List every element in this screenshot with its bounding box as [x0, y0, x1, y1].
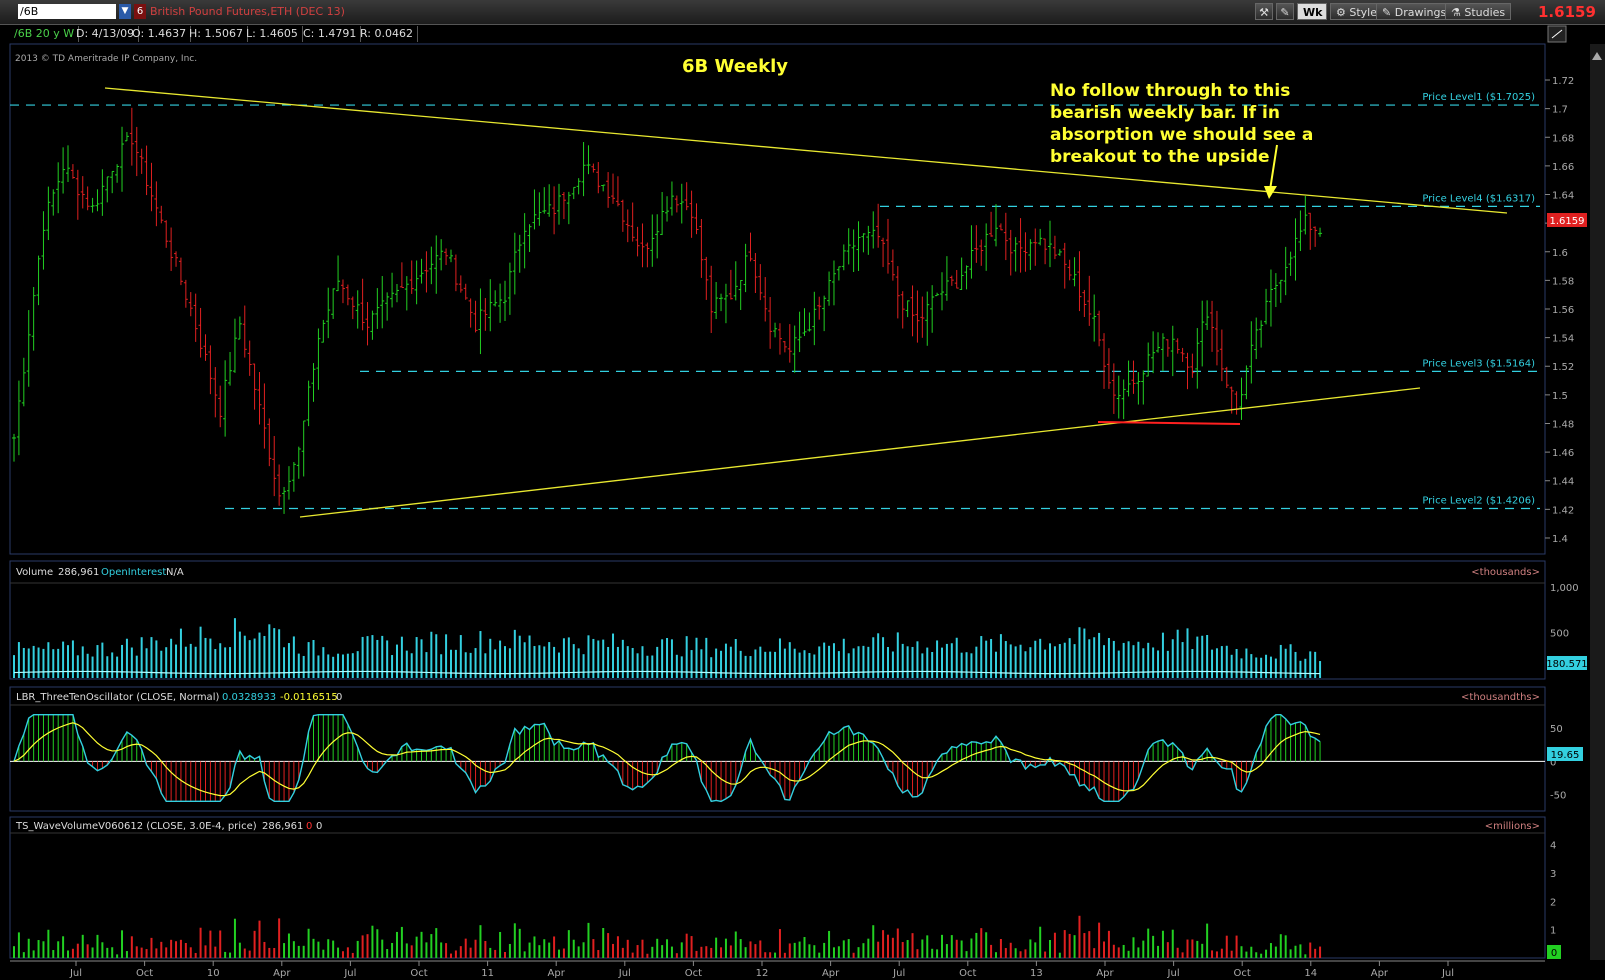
wavevolume-panel	[9, 816, 1546, 959]
wavevolume-readout-2: 0	[306, 821, 312, 832]
price-tick-label: 1.56	[1552, 305, 1574, 316]
price-tick-label: 1.52	[1552, 362, 1574, 373]
price-level-label: Price Level3 ($1.5164)	[1422, 358, 1535, 369]
time-tick-label: Jul	[343, 968, 356, 979]
oscillator-label[interactable]: LBR_ThreeTenOscillator (CLOSE, Normal)	[16, 692, 219, 703]
volume-unit: <thousands>	[1471, 567, 1540, 578]
time-tick-label: Oct	[1234, 968, 1251, 979]
price-level-label: Price Level1 ($1.7025)	[1422, 92, 1535, 103]
price-tick-label: 1.5	[1552, 391, 1568, 402]
time-tick-label: Apr	[1371, 968, 1389, 979]
wavevolume-tick-label: 2	[1550, 897, 1556, 908]
wavevolume-tick-label: 3	[1550, 869, 1556, 880]
oscillator-unit: <thousandths>	[1461, 692, 1540, 703]
price-tick-label: 1.68	[1552, 133, 1574, 144]
price-tick-label: 1.72	[1552, 76, 1574, 87]
volume-tick-label: 500	[1550, 629, 1569, 640]
oscillator-tick-label: 50	[1550, 724, 1563, 735]
price-tick-label: 1.44	[1552, 477, 1574, 488]
price-tick-label: 1.7	[1552, 105, 1568, 116]
price-tick-label: 1.54	[1552, 334, 1574, 345]
vertical-scrollbar[interactable]	[1590, 44, 1605, 960]
oscillator-readout-2: -0.0116515	[280, 692, 338, 703]
chart-title: 6B Weekly	[682, 56, 788, 77]
price-tick-label: 1.66	[1552, 162, 1574, 173]
open-interest-label[interactable]: OpenInterest	[101, 567, 166, 578]
last-price-tag-text: 1.6159	[1550, 216, 1585, 227]
time-tick-label: Apr	[822, 968, 840, 979]
oscillator-readout-3: 0	[336, 692, 342, 703]
time-tick-label: 13	[1030, 968, 1043, 979]
time-tick-label: Apr	[548, 968, 566, 979]
price-tick-label: 1.64	[1552, 191, 1574, 202]
time-tick-label: Oct	[959, 968, 976, 979]
volume-last-tag-text: 180.571	[1546, 659, 1587, 670]
annotation-line-3: absorption we should see a	[1050, 125, 1313, 145]
time-tick-label: Jul	[1441, 968, 1454, 979]
volume-label[interactable]: Volume	[16, 567, 53, 578]
time-tick-label: Jul	[69, 968, 82, 979]
volume-readout: 286,961	[58, 567, 99, 578]
chart-canvas: 1.721.71.681.661.641.621.61.581.561.541.…	[9, 25, 1605, 979]
open-interest-readout: N/A	[166, 567, 184, 578]
time-tick-label: 11	[481, 968, 494, 979]
time-tick-label: 12	[756, 968, 769, 979]
volume-tick-label: 1,000	[1550, 583, 1579, 594]
wavevolume-unit: <millions>	[1485, 821, 1540, 832]
price-tick-label: 1.48	[1552, 419, 1574, 430]
time-tick-label: 14	[1304, 968, 1317, 979]
time-tick-label: Oct	[136, 968, 153, 979]
oscillator-tick-label: -50	[1550, 791, 1566, 802]
time-tick-label: Oct	[410, 968, 427, 979]
time-tick-label: Apr	[1096, 968, 1114, 979]
time-tick-label: Jul	[1167, 968, 1180, 979]
price-level-label: Price Level2 ($1.4206)	[1422, 496, 1535, 507]
annotation-line-2: bearish weekly bar. If in	[1050, 103, 1280, 123]
price-tick-label: 1.6	[1552, 248, 1568, 259]
annotation-line-1: No follow through to this	[1050, 81, 1290, 101]
time-tick-label: Oct	[685, 968, 702, 979]
time-tick-label: Apr	[273, 968, 291, 979]
wavevolume-label[interactable]: TS_WaveVolumeV060612 (CLOSE, 3.0E-4, pri…	[15, 821, 257, 832]
price-tick-label: 1.46	[1552, 448, 1574, 459]
wavevolume-readout-3: 0	[316, 821, 322, 832]
wavevolume-readout-1: 286,961	[262, 821, 303, 832]
time-tick-label: Jul	[618, 968, 631, 979]
oscillator-last-tag-text: 19.65	[1551, 750, 1580, 761]
oscillator-readout-1: 0.0328933	[222, 692, 276, 703]
price-panel	[9, 43, 1546, 555]
time-tick-label: 10	[207, 968, 220, 979]
price-tick-label: 1.4	[1552, 534, 1568, 545]
wavevolume-tick-label: 4	[1550, 841, 1556, 852]
price-axis: 1.721.71.681.661.641.621.61.581.561.541.…	[1545, 76, 1574, 545]
time-axis: Jul Oct 10 Apr Jul Oct 11 Apr Jul Oct 12 Apr Jul Oct 1…	[69, 961, 1454, 979]
price-level-label: Price Level4 ($1.6317)	[1422, 193, 1535, 204]
price-tick-label: 1.42	[1552, 505, 1574, 516]
annotation-line-4: breakout to the upside	[1050, 147, 1270, 167]
time-tick-label: Jul	[892, 968, 905, 979]
copyright: 2013 © TD Ameritrade IP Company, Inc.	[15, 54, 197, 64]
wavevolume-last-tag-text: 0	[1551, 948, 1557, 959]
price-tick-label: 1.58	[1552, 276, 1574, 287]
wavevolume-tick-label: 1	[1550, 926, 1556, 937]
